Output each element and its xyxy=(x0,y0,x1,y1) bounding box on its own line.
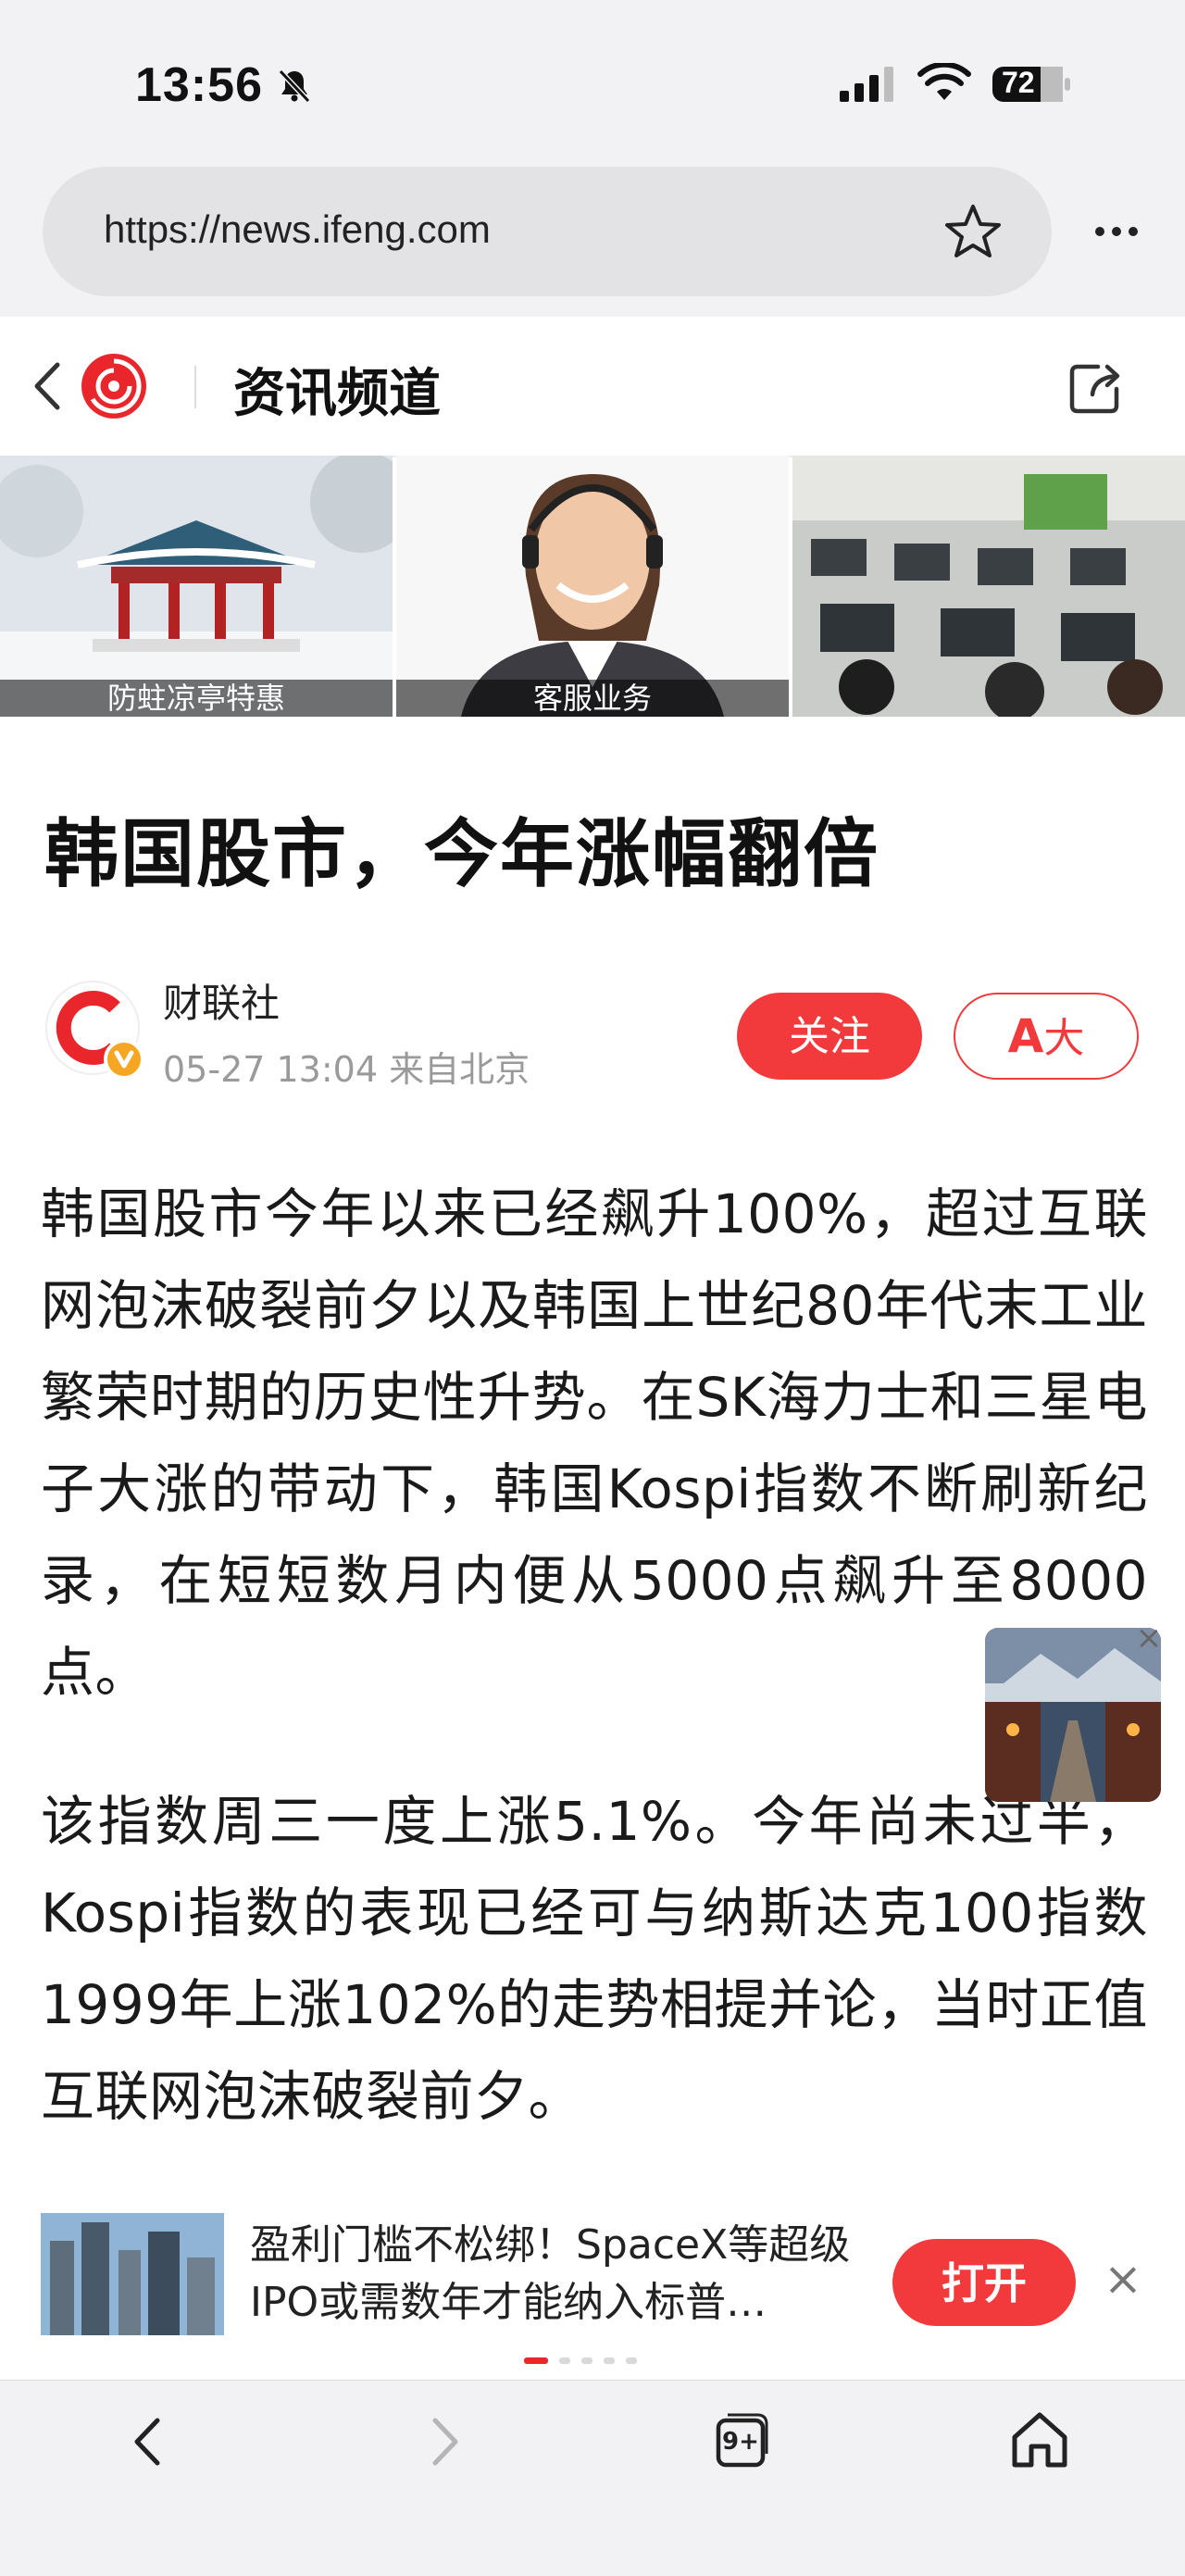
close-icon[interactable]: × xyxy=(1100,2256,1146,2302)
font-size-button[interactable]: A大 xyxy=(954,993,1139,1080)
article-headline: 韩国股市，今年涨幅翻倍 xyxy=(44,811,879,897)
banner-caption: 防蛀凉亭特惠 xyxy=(0,680,393,717)
nav-forward-icon[interactable] xyxy=(417,2409,472,2474)
follow-button[interactable]: 关注 xyxy=(737,993,922,1080)
address-url[interactable]: https://news.ifeng.com xyxy=(104,207,491,252)
nav-back-icon[interactable] xyxy=(120,2409,176,2474)
channel-header xyxy=(0,317,1185,457)
more-menu-icon[interactable] xyxy=(1089,208,1144,255)
wifi-icon xyxy=(917,63,971,100)
share-icon[interactable] xyxy=(1065,357,1126,419)
back-arrow-icon[interactable] xyxy=(26,356,69,417)
font-size-a: A xyxy=(1007,1009,1044,1063)
page-indicator xyxy=(524,2357,637,2364)
bookmark-star-icon[interactable] xyxy=(941,199,1005,264)
channel-title: 资讯频道 xyxy=(233,364,441,424)
banner-ad-office[interactable] xyxy=(792,456,1185,717)
battery-indicator: 72 xyxy=(991,63,1072,106)
banner-caption: 客服业务 xyxy=(396,680,789,717)
headset-agent-image xyxy=(396,456,789,717)
floating-video[interactable] xyxy=(985,1628,1161,1802)
banner-ad-pavilion[interactable]: 防蛀凉亭特惠 xyxy=(0,456,393,717)
status-time: 13:56 xyxy=(135,58,263,112)
computer-room-image xyxy=(792,456,1185,717)
author-avatar[interactable] xyxy=(44,980,144,1080)
floating-video-close-icon[interactable]: × xyxy=(1133,1622,1165,1654)
cell-signal-icon xyxy=(840,67,893,102)
open-app-button[interactable]: 打开 xyxy=(892,2239,1076,2326)
author-name[interactable]: 财联社 xyxy=(163,972,280,1029)
ifeng-logo-icon[interactable] xyxy=(80,352,148,420)
silent-bell-icon xyxy=(278,69,311,104)
battery-level: 72 xyxy=(1002,66,1035,99)
article-paragraph: 该指数周三一度上涨5.1%。今年尚未过半，Kospi指数的表现已经可与纳斯达克1… xyxy=(41,1790,1148,2128)
header-divider xyxy=(194,366,196,408)
article-paragraph: 韩国股市今年以来已经飙升100%，超过互联网泡沫破裂前夕以及韩国上世纪80年代末… xyxy=(41,1182,1148,1704)
promo-thumbnail[interactable] xyxy=(41,2213,224,2335)
home-icon[interactable] xyxy=(1005,2404,1074,2474)
font-size-label: 大 xyxy=(1043,1015,1085,1062)
publish-meta: 05-27 13:04 来自北京 xyxy=(163,1049,530,1090)
old-town-night-image xyxy=(985,1628,1161,1802)
banner-ad-customer-service[interactable]: 客服业务 xyxy=(396,456,789,717)
promo-headline[interactable]: 盈利门槛不松绑！SpaceX等超级IPO或需数年才能纳入标普… xyxy=(250,2217,852,2332)
pavilion-image xyxy=(0,456,393,717)
tabs-count[interactable]: 9+ xyxy=(711,2428,770,2456)
